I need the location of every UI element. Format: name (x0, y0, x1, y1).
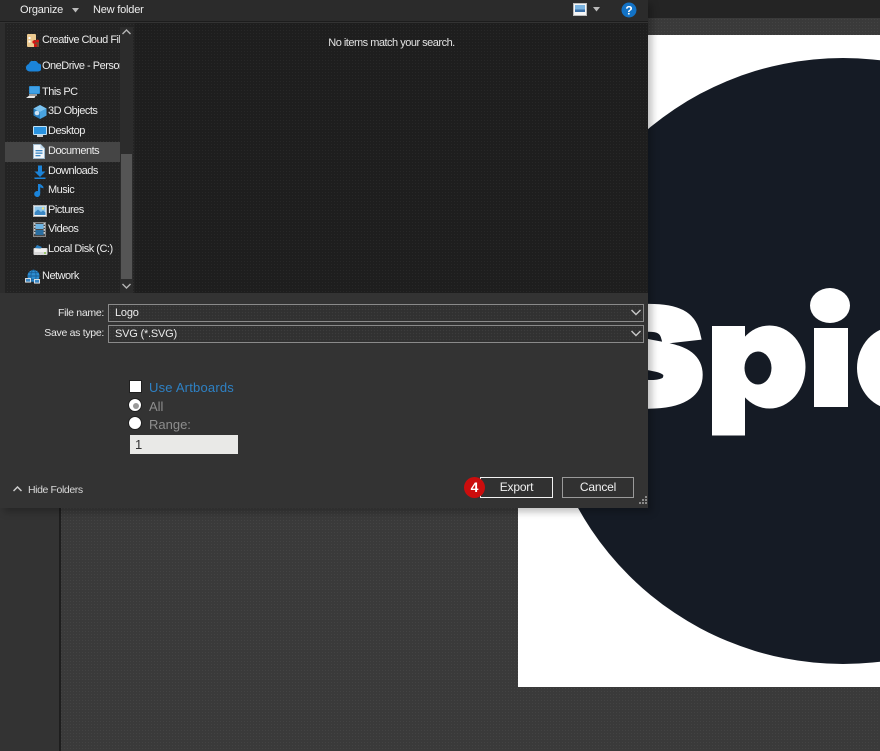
svg-text:?: ? (625, 4, 632, 18)
